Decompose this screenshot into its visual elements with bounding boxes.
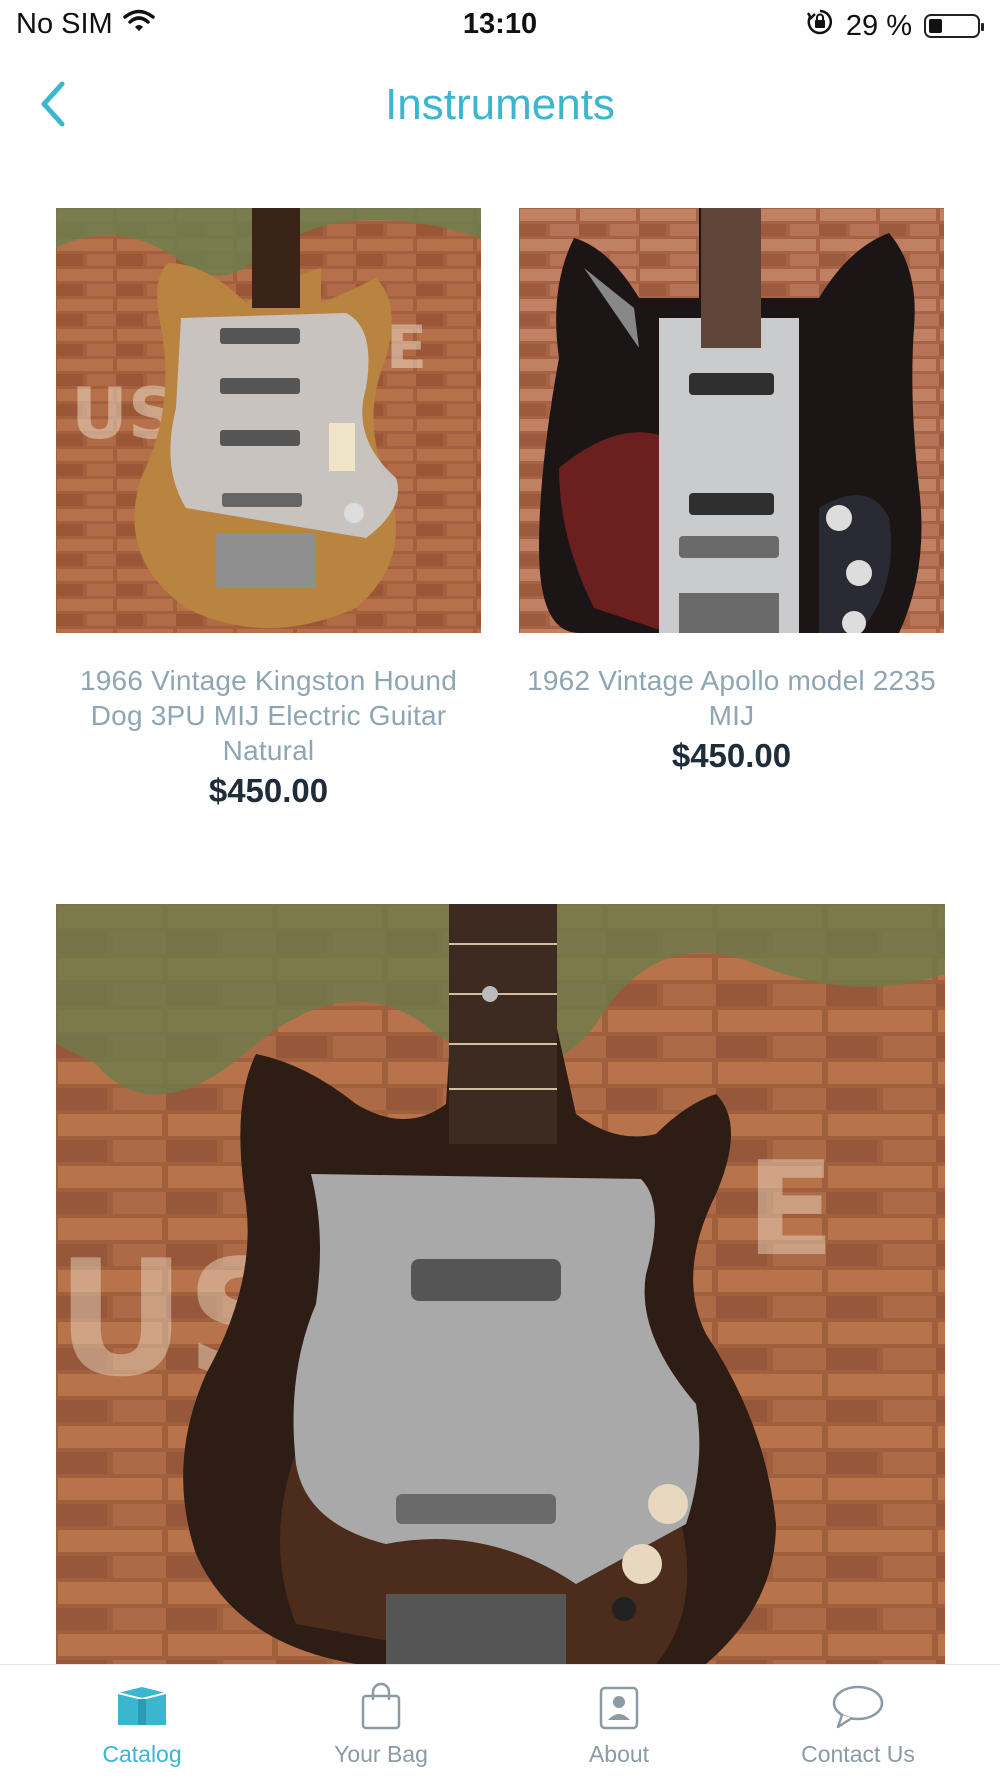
svg-text:E: E — [746, 1133, 835, 1285]
product-price: $450.00 — [208, 772, 329, 809]
shopping-bag-icon — [359, 1682, 403, 1737]
product-grid: US E 1966 Vintage Kingston Hound Dog 3PU… — [56, 208, 945, 810]
page-title: Instruments — [385, 80, 615, 129]
tab-label: About — [588, 1741, 650, 1767]
product-card[interactable]: US E 1966 Vintage Kingston Hound Dog 3PU… — [56, 208, 481, 810]
svg-text:E: E — [386, 313, 427, 383]
battery-percent: 29 % — [845, 9, 912, 42]
product-title: 1966 Vintage Kingston Hound Dog 3PU MIJ … — [80, 665, 457, 766]
chat-bubble-icon — [830, 1683, 886, 1736]
product-image: USI E — [56, 904, 945, 1664]
product-image — [519, 208, 944, 633]
person-card-icon — [597, 1682, 641, 1737]
tab-your-bag[interactable]: Your Bag — [256, 1665, 506, 1779]
tab-contact-us[interactable]: Contact Us — [733, 1665, 983, 1779]
product-card[interactable]: USI E — [56, 904, 945, 1664]
tab-label: Your Bag — [334, 1741, 428, 1767]
battery-icon — [924, 14, 984, 38]
tab-about[interactable]: About — [494, 1665, 744, 1779]
catalog-content[interactable]: US E 1966 Vintage Kingston Hound Dog 3PU… — [0, 170, 1000, 1664]
product-image: US E — [56, 208, 481, 633]
rotation-lock-icon — [806, 8, 834, 44]
product-price: $450.00 — [671, 737, 792, 774]
tab-catalog[interactable]: Catalog — [17, 1665, 267, 1779]
tab-bar: Catalog Your Bag About Contact Us — [0, 1664, 1000, 1779]
nav-bar: Instruments — [0, 60, 1000, 152]
tab-label: Catalog — [102, 1741, 182, 1767]
tab-label: Contact Us — [801, 1741, 915, 1767]
product-card[interactable]: 1962 Vintage Apollo model 2235 MIJ $450.… — [519, 208, 944, 810]
box-icon — [112, 1683, 172, 1736]
status-right: 29 % — [806, 8, 984, 44]
status-bar: No SIM 13:10 29 % — [0, 0, 1000, 52]
product-title: 1962 Vintage Apollo model 2235 MIJ — [527, 665, 936, 731]
